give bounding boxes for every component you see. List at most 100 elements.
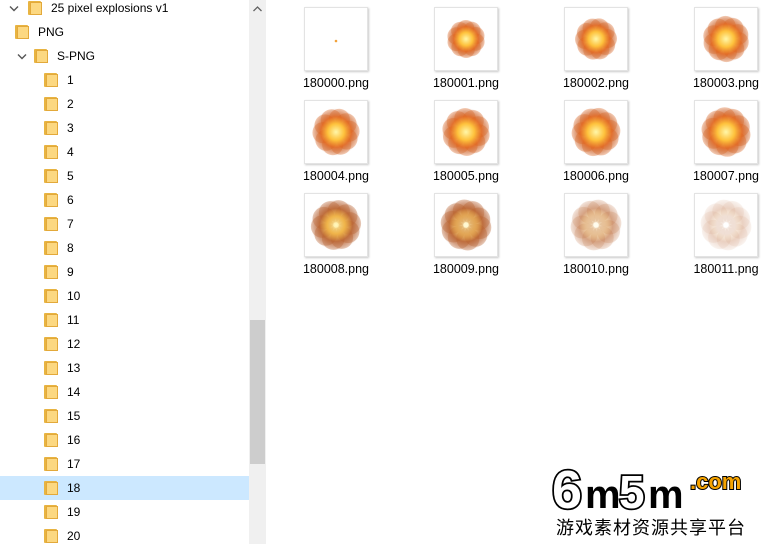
- explosion-thumbnail: [304, 7, 368, 71]
- tree-item-label: 2: [67, 97, 74, 111]
- explosion-thumbnail: [434, 193, 498, 257]
- folder-icon: [15, 25, 29, 39]
- file-item[interactable]: 180001.png: [416, 7, 516, 97]
- logo-digit-1: 6: [552, 460, 582, 514]
- folder-icon: [44, 433, 58, 447]
- folder-icon: [44, 73, 58, 87]
- tree-item-6[interactable]: 6: [0, 188, 249, 212]
- file-item[interactable]: 180005.png: [416, 100, 516, 190]
- tree-item-17[interactable]: 17: [0, 452, 249, 476]
- folder-icon: [44, 313, 58, 327]
- navigation-pane: 25 pixel explosions v1 PNG S-PNG 1 2 3 4 5 6 7 8 9 1…: [0, 0, 249, 544]
- file-item[interactable]: 180007.png: [676, 100, 776, 190]
- tree-item-19[interactable]: 19: [0, 500, 249, 524]
- folder-icon: [44, 337, 58, 351]
- file-item[interactable]: 180009.png: [416, 193, 516, 283]
- file-name: 180004.png: [302, 169, 370, 183]
- folder-icon: [44, 361, 58, 375]
- tree-item-label: 19: [67, 505, 81, 519]
- tree-item-label: 4: [67, 145, 74, 159]
- explosion-thumbnail: [694, 100, 758, 164]
- folder-icon: [44, 193, 58, 207]
- logo-letter-1: m: [585, 473, 621, 514]
- folder-icon: [44, 409, 58, 423]
- chevron-down-icon[interactable]: [16, 50, 28, 62]
- tree-item-15[interactable]: 15: [0, 404, 249, 428]
- tree-item-label: 6: [67, 193, 74, 207]
- site-watermark: 6 m 5 m .com 游戏素材资源共享平台: [550, 456, 780, 542]
- folder-icon: [44, 529, 58, 543]
- tree-item-label: 15: [67, 409, 81, 423]
- tree-item-3[interactable]: 3: [0, 116, 249, 140]
- tree-item-label: 13: [67, 361, 81, 375]
- folder-icon: [44, 241, 58, 255]
- tree-item-25-pixel-explosions-v1[interactable]: 25 pixel explosions v1: [0, 0, 249, 20]
- file-item[interactable]: 180003.png: [676, 7, 776, 97]
- explosion-thumbnail: [694, 193, 758, 257]
- tree-item-13[interactable]: 13: [0, 356, 249, 380]
- folder-icon: [34, 49, 48, 63]
- navigation-scrollbar[interactable]: [249, 0, 266, 544]
- tree-item-8[interactable]: 8: [0, 236, 249, 260]
- tree-item-label: 20: [67, 529, 81, 543]
- tree-item-16[interactable]: 16: [0, 428, 249, 452]
- tree-item-20[interactable]: 20: [0, 524, 249, 544]
- tree-item-10[interactable]: 10: [0, 284, 249, 308]
- file-name: 180002.png: [562, 76, 630, 90]
- tree-item-label: 3: [67, 121, 74, 135]
- tree-item-label: 11: [67, 313, 80, 327]
- tree-item-png[interactable]: PNG: [0, 20, 249, 44]
- file-name: 180006.png: [562, 169, 630, 183]
- tree-item-4[interactable]: 4: [0, 140, 249, 164]
- file-item[interactable]: 180008.png: [286, 193, 386, 283]
- file-item[interactable]: 180006.png: [546, 100, 646, 190]
- tree-item-label: 25 pixel explosions v1: [51, 1, 169, 15]
- tree-item-label: 10: [67, 289, 81, 303]
- tree-item-1[interactable]: 1: [0, 68, 249, 92]
- scroll-up-arrow-icon[interactable]: [249, 0, 266, 17]
- tree-item-label: 8: [67, 241, 74, 255]
- chevron-down-icon[interactable]: [8, 2, 20, 14]
- tree-item-14[interactable]: 14: [0, 380, 249, 404]
- file-item[interactable]: 180000.png: [286, 7, 386, 97]
- file-name: 180007.png: [692, 169, 760, 183]
- folder-icon: [44, 289, 58, 303]
- tree-item-label: 7: [67, 217, 74, 231]
- tree-item-9[interactable]: 9: [0, 260, 249, 284]
- tree-item-11[interactable]: 11: [0, 308, 249, 332]
- tree-item-12[interactable]: 12: [0, 332, 249, 356]
- file-name: 180003.png: [692, 76, 760, 90]
- tree-item-label: 16: [67, 433, 81, 447]
- tree-item-label: PNG: [38, 25, 65, 39]
- folder-icon: [44, 145, 58, 159]
- watermark-logo: 6 m 5 m .com: [550, 458, 742, 522]
- tree-item-7[interactable]: 7: [0, 212, 249, 236]
- tree-item-label: 9: [67, 265, 74, 279]
- folder-icon: [44, 121, 58, 135]
- tree-item-2[interactable]: 2: [0, 92, 249, 116]
- tree-item-label: 5: [67, 169, 74, 183]
- file-item[interactable]: 180010.png: [546, 193, 646, 283]
- file-item[interactable]: 180011.png: [676, 193, 776, 283]
- tree-item-5[interactable]: 5: [0, 164, 249, 188]
- explosion-thumbnail: [434, 100, 498, 164]
- tree-item-label: S-PNG: [57, 49, 96, 63]
- folder-icon: [44, 457, 58, 471]
- explosion-thumbnail: [694, 7, 758, 71]
- tree-item-s-png[interactable]: S-PNG: [0, 44, 249, 68]
- file-name: 180009.png: [432, 262, 500, 276]
- folder-icon: [44, 217, 58, 231]
- tree-item-label: 12: [67, 337, 81, 351]
- file-name: 180010.png: [562, 262, 630, 276]
- file-item[interactable]: 180002.png: [546, 7, 646, 97]
- logo-domain: .com: [690, 469, 741, 494]
- folder-icon: [44, 97, 58, 111]
- tree-item-label: 18: [67, 481, 81, 495]
- folder-icon: [44, 385, 58, 399]
- logo-digit-2: 5: [619, 466, 645, 514]
- tree-item-18[interactable]: 18: [0, 476, 249, 500]
- folder-icon: [44, 481, 58, 495]
- file-item[interactable]: 180004.png: [286, 100, 386, 190]
- scrollbar-thumb[interactable]: [250, 320, 265, 464]
- explosion-thumbnail: [564, 193, 628, 257]
